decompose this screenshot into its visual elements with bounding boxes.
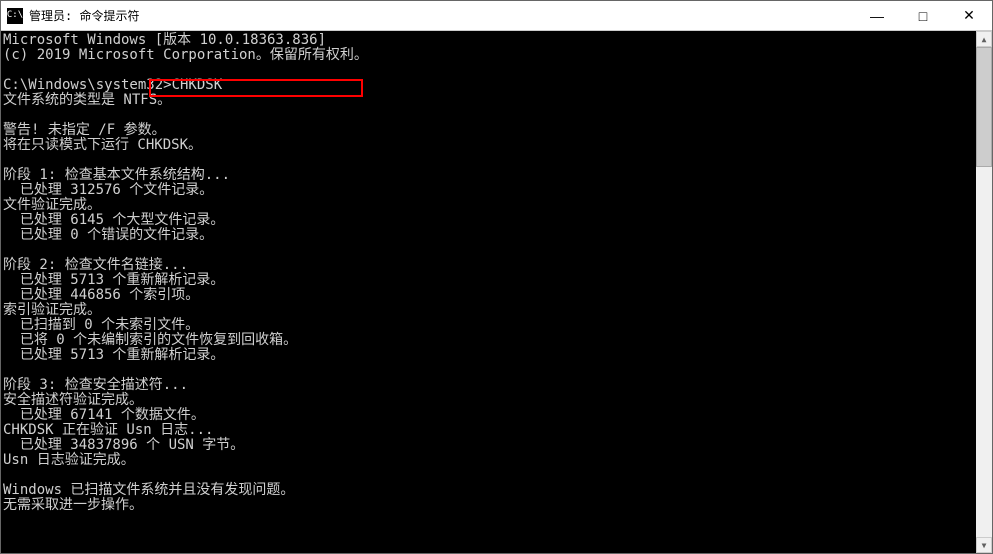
terminal-line: 已处理 5713 个重新解析记录。 [3, 273, 976, 288]
terminal-output[interactable]: Microsoft Windows [版本 10.0.18363.836](c)… [1, 31, 976, 553]
scrollbar-thumb[interactable] [976, 47, 992, 167]
terminal-line: 已处理 6145 个大型文件记录。 [3, 213, 976, 228]
terminal-line [3, 108, 976, 123]
terminal-line: CHKDSK 正在验证 Usn 日志... [3, 423, 976, 438]
terminal-line: Usn 日志验证完成。 [3, 453, 976, 468]
vertical-scrollbar[interactable]: ▲ ▼ [976, 31, 992, 553]
terminal-line: 阶段 1: 检查基本文件系统结构... [3, 168, 976, 183]
terminal-line: 索引验证完成。 [3, 303, 976, 318]
scroll-down-button[interactable]: ▼ [976, 537, 992, 553]
terminal-line: 警告! 未指定 /F 参数。 [3, 123, 976, 138]
terminal-line [3, 153, 976, 168]
terminal-line [3, 243, 976, 258]
terminal-line: C:\Windows\system32>CHKDSK [3, 78, 976, 93]
terminal-line: 阶段 2: 检查文件名链接... [3, 258, 976, 273]
terminal-line: (c) 2019 Microsoft Corporation。保留所有权利。 [3, 48, 976, 63]
terminal-line: 安全描述符验证完成。 [3, 393, 976, 408]
terminal-line: 文件验证完成。 [3, 198, 976, 213]
terminal-line: Microsoft Windows [版本 10.0.18363.836] [3, 33, 976, 48]
maximize-button[interactable]: □ [900, 1, 946, 30]
terminal-line: 已扫描到 0 个未索引文件。 [3, 318, 976, 333]
terminal-line: 已处理 34837896 个 USN 字节。 [3, 438, 976, 453]
window-controls: — □ ✕ [854, 1, 992, 30]
scrollbar-track[interactable] [976, 47, 992, 537]
terminal-line [3, 363, 976, 378]
window-title: 管理员: 命令提示符 [29, 7, 854, 24]
terminal-line: Windows 已扫描文件系统并且没有发现问题。 [3, 483, 976, 498]
terminal-line: 已处理 446856 个索引项。 [3, 288, 976, 303]
terminal-line: 已处理 0 个错误的文件记录。 [3, 228, 976, 243]
terminal-line [3, 513, 976, 528]
terminal-line [3, 63, 976, 78]
titlebar[interactable]: C:\ 管理员: 命令提示符 — □ ✕ [1, 1, 992, 31]
terminal-line: 已将 0 个未编制索引的文件恢复到回收箱。 [3, 333, 976, 348]
cmd-icon: C:\ [7, 8, 23, 24]
terminal-line [3, 468, 976, 483]
minimize-button[interactable]: — [854, 1, 900, 30]
terminal-area: Microsoft Windows [版本 10.0.18363.836](c)… [1, 31, 992, 553]
command-prompt-window: C:\ 管理员: 命令提示符 — □ ✕ Microsoft Windows [… [0, 0, 993, 554]
terminal-line: 无需采取进一步操作。 [3, 498, 976, 513]
terminal-line: 将在只读模式下运行 CHKDSK。 [3, 138, 976, 153]
terminal-line: 已处理 5713 个重新解析记录。 [3, 348, 976, 363]
terminal-line: 已处理 67141 个数据文件。 [3, 408, 976, 423]
terminal-line: 阶段 3: 检查安全描述符... [3, 378, 976, 393]
terminal-line: 文件系统的类型是 NTFS。 [3, 93, 976, 108]
scroll-up-button[interactable]: ▲ [976, 31, 992, 47]
terminal-line: 已处理 312576 个文件记录。 [3, 183, 976, 198]
close-button[interactable]: ✕ [946, 1, 992, 30]
terminal-line [3, 528, 976, 543]
